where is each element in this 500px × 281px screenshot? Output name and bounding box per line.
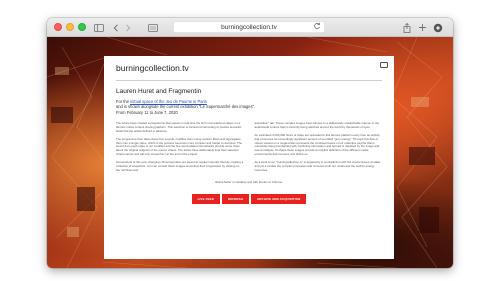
share-icon[interactable]	[401, 22, 413, 33]
extension-icon[interactable]	[432, 22, 444, 33]
refresh-button[interactable]: REFRESH	[221, 193, 250, 204]
url-text: burningcollection.tv	[221, 23, 277, 31]
back-icon[interactable]	[110, 22, 122, 33]
intro-text: For the virtual space of the Jeu de Paum…	[116, 99, 382, 115]
address-bar[interactable]: burningcollection.tv	[173, 21, 325, 33]
browser-toolbar: burningcollection.tv	[47, 18, 453, 37]
paragraph: An estimated 4,000,000 hours of video ar…	[254, 132, 380, 157]
description-column-right: acquisition" tab. These complex images b…	[254, 120, 383, 177]
archive-button[interactable]: ARCHIVE AND ACQUISITION	[251, 193, 307, 204]
browser-note: Works better on desktop and with Firefox…	[215, 179, 283, 184]
jeu-de-paume-link[interactable]: virtual space of the Jeu de Paume in Par…	[130, 99, 207, 104]
site-title: burningcollection.tv	[116, 63, 189, 73]
close-window-button[interactable]	[54, 23, 62, 31]
reload-icon[interactable]	[313, 22, 321, 32]
paragraph: The artists have created a programme tha…	[116, 120, 242, 133]
action-buttons: LIVE FEED REFRESH ARCHIVE AND ACQUISITIO…	[116, 193, 382, 204]
maximize-window-button[interactable]	[78, 23, 86, 31]
window-toggle-icon[interactable]	[380, 62, 388, 68]
browser-window: burningcollection.tv burningcollection.t…	[47, 18, 453, 268]
intro-prefix: For the	[116, 99, 131, 104]
web-page: burningcollection.tv Lauren Huret and Fr…	[47, 37, 453, 268]
info-panel: burningcollection.tv Lauren Huret and Fr…	[104, 56, 394, 259]
intro-dates: From February 11 to June 7, 2020	[116, 109, 178, 115]
minimize-window-button[interactable]	[66, 23, 74, 31]
paragraph: As a work of art, "burningcollection.tv"…	[254, 160, 381, 172]
new-tab-icon[interactable]	[416, 22, 428, 33]
forward-icon[interactable]	[122, 22, 134, 33]
description-columns: The artists have created a programme tha…	[116, 120, 383, 177]
divider	[116, 80, 382, 81]
sidebar-icon[interactable]	[93, 22, 105, 33]
paragraph: Screenshots of this ever-changing chimer…	[116, 160, 244, 172]
live-feed-button[interactable]: LIVE FEED	[191, 193, 220, 204]
authors-heading: Lauren Huret and Fragmentin	[116, 88, 202, 95]
paragraph: The programme then takes these five soun…	[116, 136, 242, 157]
description-column-left: The artists have created a programme tha…	[116, 120, 244, 177]
reader-icon[interactable]	[147, 22, 159, 33]
paragraph: acquisition" tab. These complex images b…	[254, 120, 380, 129]
